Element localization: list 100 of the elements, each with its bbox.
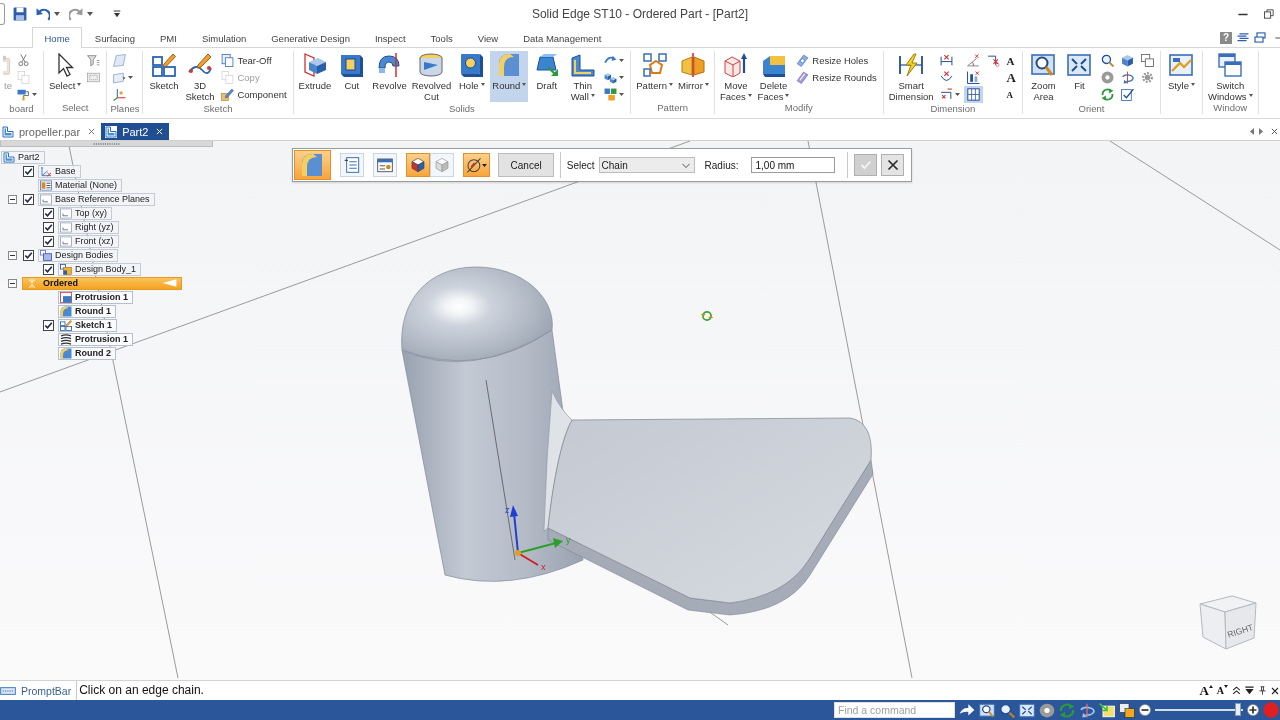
ribbon-button[interactable]: Move Faces bbox=[717, 51, 754, 102]
tree-item[interactable]: Part2 bbox=[1, 150, 45, 164]
right-arrow-icon[interactable] bbox=[959, 702, 975, 718]
radius-field[interactable]: 1,00 mm bbox=[751, 157, 836, 173]
bar-triangle-icon[interactable] bbox=[1245, 686, 1254, 695]
checkbox[interactable] bbox=[22, 165, 34, 177]
undo-button[interactable] bbox=[36, 7, 50, 21]
checkbox[interactable] bbox=[22, 193, 34, 205]
plus-circle-icon[interactable] bbox=[1247, 704, 1259, 716]
font-size-button[interactable]: A bbox=[1199, 684, 1213, 697]
zoom-slider-thumb[interactable] bbox=[1234, 703, 1241, 716]
zoom-area-icon[interactable] bbox=[979, 702, 995, 718]
ribbon-button[interactable]: Revolve bbox=[370, 51, 409, 102]
ribbon-button[interactable]: Delete Faces bbox=[754, 51, 793, 102]
double-chevron-up-icon[interactable] bbox=[1232, 686, 1241, 695]
stacked-lines-icon[interactable] bbox=[1237, 32, 1249, 43]
ribbon-tab[interactable]: Data Management bbox=[510, 28, 614, 48]
ribbon-tab[interactable]: Simulation bbox=[189, 28, 259, 48]
checkbox[interactable] bbox=[42, 319, 54, 331]
tree-item[interactable]: Protrusion 1 bbox=[58, 332, 133, 346]
ribbon-button[interactable]: Mirror bbox=[675, 51, 711, 102]
document-tab[interactable]: Part2 bbox=[101, 123, 170, 140]
cancel-button[interactable]: Cancel bbox=[498, 153, 554, 177]
ribbon-button[interactable]: A bbox=[1003, 86, 1019, 103]
left-arrow-icon[interactable] bbox=[1250, 128, 1254, 135]
ribbon-tab[interactable]: Tools bbox=[418, 28, 466, 48]
select-dropdown[interactable]: Chain bbox=[598, 157, 695, 173]
tree-item[interactable]: Protrusion 1 bbox=[58, 290, 133, 304]
save-button[interactable] bbox=[13, 7, 27, 21]
tree-item[interactable]: Round 1 bbox=[58, 304, 116, 318]
checkbox[interactable] bbox=[42, 221, 54, 233]
tree-item[interactable]: Top (xy) bbox=[58, 206, 112, 220]
undo-menu-button[interactable] bbox=[52, 12, 60, 16]
ribbon-button[interactable]: Cut bbox=[334, 51, 370, 102]
spin-arrow-icon[interactable] bbox=[1079, 702, 1095, 718]
option-button[interactable] bbox=[405, 153, 430, 177]
ribbon-button[interactable]: Smart Dimension bbox=[886, 51, 936, 102]
magnifier-icon[interactable] bbox=[999, 702, 1015, 718]
ribbon-button[interactable]: Revolved Cut bbox=[409, 51, 454, 102]
ribbon-button[interactable]: Pattern bbox=[634, 51, 675, 102]
ribbon-button[interactable]: Resize Rounds bbox=[793, 69, 880, 86]
close-button[interactable] bbox=[881, 154, 904, 176]
ribbon-button[interactable]: Style bbox=[1163, 51, 1199, 102]
tree-item[interactable]: Sketch 1 bbox=[58, 318, 118, 332]
overlapping-squares-icon[interactable] bbox=[1119, 702, 1135, 718]
fit-view-icon[interactable] bbox=[1019, 702, 1035, 718]
ribbon-button[interactable]: Component bbox=[218, 86, 290, 103]
ribbon-button[interactable]: Extrude bbox=[296, 51, 334, 102]
ribbon-tab[interactable]: Home bbox=[32, 27, 83, 48]
ribbon-button[interactable]: 3D Sketch bbox=[182, 51, 218, 102]
ribbon-button[interactable]: Fit bbox=[1061, 51, 1097, 102]
checkbox[interactable] bbox=[42, 263, 54, 275]
tree-item[interactable]: Base bbox=[38, 164, 81, 178]
ribbon-button[interactable]: A bbox=[1003, 52, 1019, 69]
application-button[interactable] bbox=[0, 3, 5, 25]
right-arrow-icon[interactable] bbox=[1259, 128, 1263, 135]
redo-menu-button[interactable] bbox=[85, 12, 93, 16]
stacked-frames-icon[interactable] bbox=[1254, 32, 1266, 43]
minus-box-icon[interactable] bbox=[7, 194, 17, 204]
ribbon-button[interactable]: Hole bbox=[454, 51, 490, 102]
ribbon-tab[interactable]: View bbox=[465, 28, 511, 48]
ribbon-button[interactable]: Switch Windows bbox=[1205, 51, 1255, 102]
ribbon-tab[interactable]: Surfacing bbox=[82, 28, 148, 48]
ribbon-icon-button[interactable] bbox=[963, 86, 983, 103]
tree-item[interactable]: Round 2 bbox=[58, 346, 116, 360]
option-button[interactable] bbox=[372, 153, 397, 177]
minimize-button[interactable] bbox=[1238, 12, 1248, 16]
ribbon-button[interactable]: Select bbox=[47, 51, 84, 102]
option-button[interactable] bbox=[462, 153, 491, 177]
tree-section[interactable]: Ordered bbox=[22, 276, 182, 290]
tree-item[interactable]: Base Reference Planes bbox=[38, 192, 155, 206]
restore-button[interactable] bbox=[1264, 9, 1274, 19]
ribbon-tab[interactable]: PMI bbox=[147, 28, 190, 48]
customize-toolbar-button[interactable] bbox=[113, 10, 121, 18]
document-tab[interactable]: propeller.par bbox=[0, 123, 102, 140]
command-search-field[interactable]: Find a command bbox=[834, 702, 955, 718]
minus-circle-icon[interactable] bbox=[1139, 704, 1151, 716]
pin-icon[interactable] bbox=[1258, 686, 1267, 695]
checkbox[interactable] bbox=[42, 235, 54, 247]
ribbon-button[interactable]: Thin Wall bbox=[565, 51, 601, 102]
ribbon-button[interactable]: Tear-Off bbox=[218, 52, 290, 69]
close-icon[interactable] bbox=[1271, 128, 1278, 135]
minus-box-icon[interactable] bbox=[7, 250, 17, 260]
checkbox[interactable] bbox=[42, 207, 54, 219]
ribbon-tab[interactable]: Inspect bbox=[362, 28, 419, 48]
ribbon-button[interactable]: Resize Holes bbox=[793, 52, 880, 69]
font-size-button[interactable]: A bbox=[1216, 684, 1228, 697]
ribbon-button[interactable]: A bbox=[1003, 69, 1019, 86]
dot-icon[interactable] bbox=[1263, 702, 1279, 718]
tree-item[interactable]: Right (yz) bbox=[58, 220, 119, 234]
minus-box-icon[interactable] bbox=[7, 278, 17, 288]
checkbox[interactable] bbox=[22, 249, 34, 261]
ribbon-tab[interactable]: Generative Design bbox=[258, 28, 363, 48]
tree-item[interactable]: Design Body_1 bbox=[58, 262, 142, 276]
disc-icon[interactable] bbox=[1039, 702, 1055, 718]
ribbon-button[interactable]: Zoom Area bbox=[1025, 51, 1061, 102]
ribbon-button[interactable]: Draft bbox=[529, 51, 565, 102]
option-button[interactable] bbox=[339, 153, 364, 177]
close-icon[interactable] bbox=[1271, 686, 1279, 695]
ribbon-button[interactable]: Sketch bbox=[146, 51, 182, 102]
